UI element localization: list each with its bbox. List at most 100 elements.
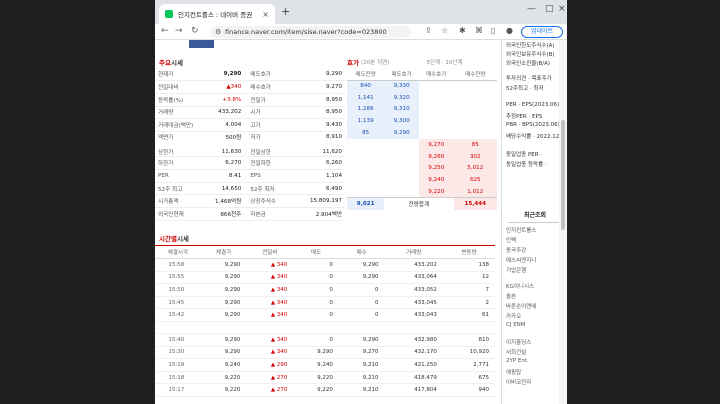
- orderbook-header: 매수잔량: [453, 68, 497, 81]
- recent-stock-link[interactable]: CJ ENM: [506, 322, 526, 328]
- recent-stock-link[interactable]: KG이니시스: [506, 282, 534, 290]
- quote-label: 등락률(%): [155, 93, 208, 107]
- quote-label: 거래대금(백만): [155, 118, 208, 132]
- recent-stock-link[interactable]: 이지홀딩스: [506, 338, 531, 346]
- site-info-icon[interactable]: ⚙: [215, 26, 221, 38]
- quote-row: 등락률(%) +3.8% 전일가 8,950: [155, 93, 345, 107]
- ask-price[interactable]: 9,300: [384, 115, 419, 128]
- star-icon[interactable]: ☆: [441, 26, 448, 35]
- tick-header: 체결가: [200, 245, 247, 259]
- recent-stock-link[interactable]: 동국주강: [506, 246, 526, 254]
- scrollbar[interactable]: [559, 40, 567, 404]
- tick-cell: 9,290: [200, 271, 247, 285]
- quote-row: PER 8.41 EPS 1,104: [155, 169, 345, 183]
- tick-cell: 418,479: [384, 371, 443, 385]
- ask-price[interactable]: 9,290: [384, 127, 419, 139]
- scrollbar-thumb[interactable]: [561, 120, 565, 230]
- quote-row: 상한가 11,630 전일상한 11,620: [155, 144, 345, 158]
- empty-cell: [454, 127, 497, 139]
- tick-cell: 0: [293, 283, 339, 297]
- quote-value: 1,104: [300, 169, 345, 183]
- recent-stock-link[interactable]: 에핑탑: [506, 368, 521, 376]
- per-info-line: 배당수익률 · 2022.12: [506, 134, 560, 140]
- bid-price[interactable]: 9,270: [418, 138, 454, 151]
- share-icon[interactable]: ⇪: [425, 26, 432, 35]
- bid-row: 9,250 5,012: [347, 162, 497, 175]
- tick-cell: 9,210: [338, 358, 385, 372]
- quote-value: 15,809,197: [300, 194, 345, 209]
- quote-label: 자본금: [244, 207, 301, 221]
- total-bid: 15,444: [453, 197, 497, 210]
- page-content: 주요시세 현재가 9,290 매도호가 9,290 전일대비 ▲340 매수호가 9,270 등…: [155, 40, 567, 404]
- empty-cell: [419, 115, 454, 127]
- extension-icon[interactable]: ✱: [459, 26, 466, 35]
- tick-cell: ▲ 340: [246, 271, 294, 285]
- tick-spacer: [155, 321, 495, 334]
- quote-label: 전일상한: [244, 144, 301, 158]
- tick-cell: 15:19: [155, 358, 201, 372]
- quote-label: 외국인현재: [155, 207, 208, 221]
- maximize-icon[interactable]: □: [545, 4, 554, 14]
- ask-volume: 1,141: [347, 91, 385, 104]
- recent-stock-link[interactable]: 2YP Ent.: [506, 358, 529, 364]
- quote-value: 8.41: [207, 169, 245, 183]
- recent-stock-link[interactable]: 바른손이앤에: [506, 302, 536, 310]
- empty-cell: [347, 139, 384, 151]
- tick-cell: 9,290: [338, 271, 385, 285]
- industry-info-line: 동일업종 등락률 ·: [506, 162, 547, 168]
- tick-cell: 9,290: [200, 333, 247, 347]
- quote-value: 8,910: [300, 131, 345, 145]
- tick-row: 15:40 9,290 ▲ 340 0 9,290 432,980 810: [155, 333, 495, 347]
- bid-price[interactable]: 9,260: [418, 150, 454, 163]
- new-tab-icon[interactable]: +: [281, 5, 290, 18]
- empty-cell: [419, 104, 454, 116]
- quote-row: 현재가 9,290 매도호가 9,290: [155, 68, 345, 82]
- bid-price[interactable]: 9,240: [418, 174, 454, 187]
- ask-price[interactable]: 9,330: [384, 80, 419, 92]
- reload-icon[interactable]: ↻: [191, 26, 199, 36]
- forward-icon[interactable]: →: [175, 26, 183, 36]
- back-icon[interactable]: ←: [161, 26, 169, 36]
- url-bar[interactable]: ⚙ finance.naver.com/item/sise.naver?code…: [211, 26, 411, 38]
- recent-stock-link[interactable]: 솔본: [506, 292, 516, 300]
- quote-value: 2,904백만: [300, 207, 345, 221]
- update-button[interactable]: 업데이트: [521, 26, 563, 38]
- tick-cell: 810: [442, 333, 495, 347]
- orderbook-steps[interactable]: · 5단계 · 10단계: [423, 58, 462, 66]
- recent-stock-link[interactable]: 인팩: [506, 236, 516, 244]
- quote-value: 8,950: [300, 106, 345, 120]
- recent-stock-link[interactable]: 카카오: [506, 312, 521, 320]
- recent-stock-link[interactable]: 서희건설: [506, 348, 526, 356]
- sidebar-icon[interactable]: ▯: [491, 26, 495, 35]
- bid-price[interactable]: 9,220: [418, 186, 454, 198]
- close-window-icon[interactable]: ×: [558, 4, 566, 14]
- recent-stock-link[interactable]: 에스씨엔지니: [506, 256, 536, 264]
- bid-price[interactable]: 9,250: [418, 162, 454, 175]
- minimize-icon[interactable]: —: [527, 4, 536, 14]
- quote-value: 6,260: [300, 156, 345, 170]
- quote-row: 거래대금(백만) 4,004 고가 9,430: [155, 118, 345, 132]
- ask-volume: 840: [347, 80, 385, 92]
- puzzle-icon[interactable]: ⌘: [475, 26, 483, 35]
- ask-row: 1,141 9,320: [347, 91, 497, 104]
- recent-stock-link[interactable]: 이비코전자: [506, 378, 531, 386]
- quote-value: 11,630: [207, 144, 245, 158]
- ask-price[interactable]: 9,310: [384, 103, 419, 116]
- tick-cell: 9,240: [200, 358, 247, 372]
- recent-stock-link[interactable]: 기업은행: [506, 266, 526, 274]
- foreign-info-line: 외국인보유주식수(B): [506, 52, 555, 58]
- ask-price[interactable]: 9,320: [384, 91, 419, 104]
- bid-volume: 1,012: [453, 186, 497, 198]
- profile-icon[interactable]: ●: [506, 26, 513, 35]
- tick-cell: ▲ 340: [246, 308, 294, 322]
- browser-tab[interactable]: 인지컨트롤스 : 네이버 증권 ×: [159, 4, 275, 24]
- tick-cell: 0: [293, 308, 339, 322]
- tick-cell: 0: [338, 296, 385, 310]
- tick-cell: 9,290: [200, 258, 247, 272]
- close-tab-icon[interactable]: ×: [262, 10, 269, 19]
- tick-cell: 15:45: [155, 296, 201, 310]
- empty-cell: [419, 127, 454, 139]
- total-ask: 9,021: [347, 197, 385, 210]
- recent-stock-link[interactable]: 인지컨트롤스: [506, 226, 536, 234]
- quote-label: 52주 최저: [244, 182, 301, 196]
